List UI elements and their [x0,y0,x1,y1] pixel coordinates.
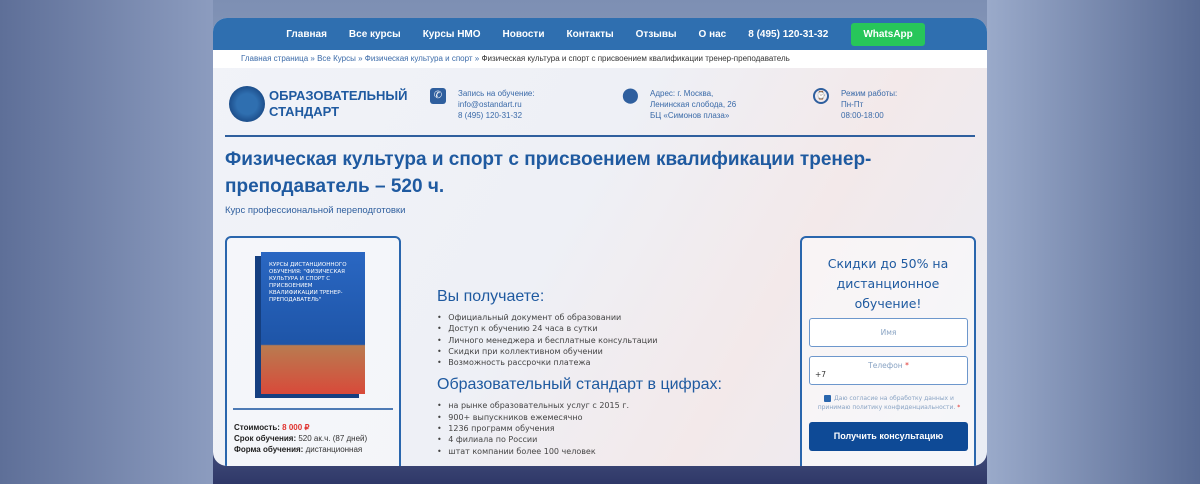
duration-value: 520 ак.ч. (87 дней) [298,434,368,443]
nav-home[interactable]: Главная [275,29,338,40]
benefits-title: Вы получаете: [437,288,545,305]
contact-label: Запись на обучение: [458,89,535,98]
header-divider [225,135,975,137]
form-title: Скидки до 50% на дистанционное обучение! [827,256,949,311]
breadcrumb-current: Физическая культура и спорт с присвоение… [481,54,790,63]
phone-input[interactable]: Телефон * +7 [809,356,968,385]
name-placeholder: Имя [880,328,897,337]
background-left [0,0,213,484]
nav-all-courses[interactable]: Все курсы [338,29,412,40]
consultation-form: Скидки до 50% на дистанционное обучение!… [800,236,976,466]
top-nav: Главная Все курсы Курсы НМО Новости Конт… [213,18,987,50]
nav-phone[interactable]: 8 (495) 120-31-32 [737,29,839,40]
site-header: ОБРАЗОВАТЕЛЬНЫЙ СТАНДАРТ ✆ Запись на обуч… [213,68,987,136]
list-item: Возможность рассрочки платежа [437,357,722,368]
product-divider [233,408,393,410]
whatsapp-button[interactable]: WhatsApp [851,22,925,46]
list-item: Скидки при коллективном обучении [437,346,722,357]
box-text: КУРСЫ ДИСТАНЦИОННОГО ОБУЧЕНИЯ: "ФИЗИЧЕСК… [269,262,347,303]
clock-icon: ⌚ [813,88,829,104]
address-line3: БЦ «Симонов плаза» [650,111,730,120]
hours-days: Пн-Пт [841,100,864,109]
logo-line2: СТАНДАРТ [269,104,340,119]
stats-title: Образовательный стандарт в цифрах: [437,376,722,394]
contact-email[interactable]: info@ostandart.ru [458,99,535,110]
list-item: 4 филиала по России [437,434,722,445]
consent-text: Даю согласие на обработку данных и прини… [817,395,956,411]
list-item: 900+ выпускников ежемесячно [437,412,722,423]
logo[interactable]: ОБРАЗОВАТЕЛЬНЫЙ СТАНДАРТ [229,86,407,122]
form-label: Форма обучения: [234,445,304,454]
course-box-image: КУРСЫ ДИСТАНЦИОННОГО ОБУЧЕНИЯ: "ФИЗИЧЕСК… [261,252,365,394]
form-value: дистанционная [305,445,363,454]
list-item: 1236 программ обучения [437,423,722,434]
nav-contacts[interactable]: Контакты [555,29,624,40]
consent-checkbox[interactable] [824,395,832,402]
page-card: Главная Все курсы Курсы НМО Новости Конт… [213,18,987,466]
submit-button[interactable]: Получить консультацию [809,422,968,451]
required-mark: * [957,404,961,411]
phone-label: Телефон [868,361,903,370]
breadcrumb-sep: » [355,54,365,63]
name-input[interactable]: Имя [809,318,968,347]
breadcrumb-home[interactable]: Главная страница [241,54,308,63]
breadcrumb-all-courses[interactable]: Все Курсы [317,54,356,63]
phone-icon: ✆ [430,88,446,104]
price-value: 8 000 ₽ [282,423,310,432]
duration-label: Срок обучения: [234,434,297,443]
phone-value: +7 [815,370,827,379]
address-line1: Адрес: г. Москва, [650,89,714,98]
list-item: штат компании более 100 человек [437,446,722,457]
list-item: Личного менеджера и бесплатные консульта… [437,335,722,346]
page-title: Физическая культура и спорт с присвоение… [225,149,872,197]
background-right [987,0,1200,484]
list-item: на рынке образовательных услуг с 2015 г. [437,400,722,411]
address-info: ⬤ Адрес: г. Москва, Ленинская слобода, 26… [622,88,736,121]
map-pin-icon: ⬤ [622,87,639,104]
contact-phone[interactable]: 8 (495) 120-31-32 [458,110,535,121]
contact-info: ✆ Запись на обучение: info@ostandart.ru 8 … [430,88,535,121]
nav-about[interactable]: О нас [688,29,738,40]
nav-reviews[interactable]: Отзывы [625,29,688,40]
breadcrumb-category[interactable]: Физическая культура и спорт [365,54,473,63]
hours-info: ⌚ Режим работы: Пн-Пт 08:00-18:00 [813,88,897,121]
benefits-section: Вы получаете: Официальный документ об об… [437,288,722,465]
logo-line1: ОБРАЗОВАТЕЛЬНЫЙ [269,88,408,103]
nav-nmo-courses[interactable]: Курсы НМО [412,29,492,40]
hours-time: 08:00-18:00 [841,111,884,120]
product-card: КУРСЫ ДИСТАНЦИОННОГО ОБУЧЕНИЯ: "ФИЗИЧЕСК… [225,236,401,466]
nav-news[interactable]: Новости [492,29,556,40]
breadcrumb-sep: » [308,54,318,63]
required-mark: * [905,361,909,370]
consent: Даю согласие на обработку данных и прини… [810,394,968,412]
price-label: Стоимость: [234,423,280,432]
eagle-emblem-icon [229,86,265,122]
list-item: Доступ к обучению 24 часа в сутки [437,323,722,334]
address-line2: Ленинская слобода, 26 [650,100,737,109]
list-item: Официальный документ об образовании [437,312,722,323]
page-subtitle: Курс профессиональной переподготовки [225,205,406,216]
hours-label: Режим работы: [841,89,898,98]
breadcrumb: Главная страница » Все Курсы » Физическа… [213,50,987,68]
